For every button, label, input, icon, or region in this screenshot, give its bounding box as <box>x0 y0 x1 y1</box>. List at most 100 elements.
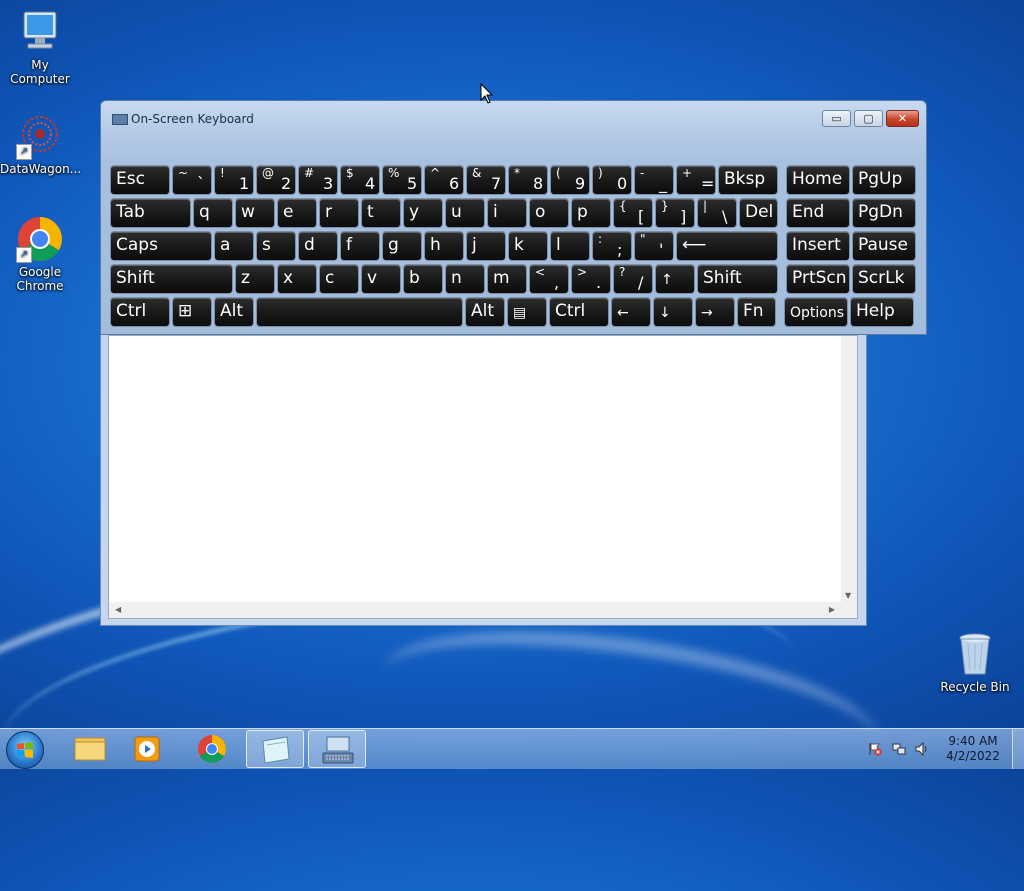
key-bksp[interactable]: Bksp <box>718 165 778 195</box>
desktop-icon-my-computer[interactable]: My Computer <box>0 8 80 86</box>
key-tab[interactable]: Tab <box>110 198 191 228</box>
taskbar-on-screen-keyboard[interactable] <box>308 730 366 768</box>
key-8[interactable]: * 8 <box>508 165 548 195</box>
key-;[interactable]: :; <box>592 231 632 261</box>
key-w[interactable]: w <box>235 198 275 228</box>
key-/[interactable]: ? / <box>613 264 653 294</box>
key-ctrl[interactable]: Ctrl <box>549 297 609 327</box>
key-a[interactable]: a <box>214 231 254 261</box>
key-l[interactable]: l <box>550 231 590 261</box>
key-v[interactable]: v <box>361 264 401 294</box>
horizontal-scrollbar[interactable]: ◀ ▶ <box>109 602 841 618</box>
key-t[interactable]: t <box>361 198 401 228</box>
key-h[interactable]: h <box>424 231 464 261</box>
key-q[interactable]: q <box>193 198 233 228</box>
key-x[interactable]: x <box>277 264 317 294</box>
key-end[interactable]: End <box>786 198 850 228</box>
key-e[interactable]: e <box>277 198 317 228</box>
key-▤[interactable]: ▤ <box>507 297 547 327</box>
key-shift[interactable]: Shift <box>697 264 778 294</box>
key-⟵[interactable]: ⟵ <box>676 231 778 261</box>
key-1[interactable]: ! 1 <box>214 165 254 195</box>
show-desktop-button[interactable] <box>1012 729 1024 769</box>
key-m[interactable]: m <box>487 264 527 294</box>
action-center-flag-icon[interactable] <box>868 742 882 756</box>
key-fn[interactable]: Fn <box>737 297 776 327</box>
key-`[interactable]: ~ ` <box>172 165 212 195</box>
key-scrlk[interactable]: ScrLk <box>852 264 916 294</box>
volume-icon[interactable] <box>915 741 929 757</box>
key-b[interactable]: b <box>403 264 443 294</box>
scroll-right-arrow-icon[interactable]: ▶ <box>829 605 835 614</box>
key-space[interactable] <box>256 297 463 327</box>
taskbar-media-player[interactable] <box>118 730 176 768</box>
key-ctrl[interactable]: Ctrl <box>110 297 170 327</box>
key-4[interactable]: $4 <box>340 165 380 195</box>
start-button[interactable] <box>6 731 44 769</box>
taskbar-notepad[interactable] <box>246 730 304 768</box>
key-pgdn[interactable]: PgDn <box>852 198 916 228</box>
desktop-icon-recycle-bin[interactable]: Recycle Bin <box>935 630 1015 694</box>
key-6[interactable]: ^ 6 <box>424 165 464 195</box>
key-u[interactable]: u <box>445 198 485 228</box>
key-r[interactable]: r <box>319 198 359 228</box>
key-2[interactable]: @2 <box>256 165 296 195</box>
key-0[interactable]: ) 0 <box>592 165 632 195</box>
key-i[interactable]: i <box>487 198 527 228</box>
minimize-button[interactable]: ▭ <box>822 110 851 127</box>
key-alt[interactable]: Alt <box>465 297 505 327</box>
key-=[interactable]: + = <box>676 165 716 195</box>
key-n[interactable]: n <box>445 264 485 294</box>
key-pgup[interactable]: PgUp <box>852 165 916 195</box>
key-⊞[interactable]: ⊞ <box>172 297 212 327</box>
text-edit-area[interactable]: ▼ ◀ ▶ <box>108 335 858 619</box>
key-f[interactable]: f <box>340 231 380 261</box>
key-\[interactable]: | \ <box>697 198 737 228</box>
key-z[interactable]: z <box>235 264 275 294</box>
key-d[interactable]: d <box>298 231 338 261</box>
key-j[interactable]: j <box>466 231 506 261</box>
key-options[interactable]: Options <box>784 297 848 327</box>
key-y[interactable]: y <box>403 198 443 228</box>
key-3[interactable]: #3 <box>298 165 338 195</box>
key-][interactable]: }] <box>655 198 695 228</box>
taskbar-chrome[interactable] <box>183 730 241 768</box>
network-icon[interactable] <box>892 742 906 756</box>
key-alt[interactable]: Alt <box>214 297 254 327</box>
maximize-button[interactable]: ▢ <box>854 110 883 127</box>
key-↓[interactable]: ↓ <box>653 297 693 327</box>
key-↑[interactable]: ↑ <box>655 264 695 294</box>
desktop-icon-datawagon[interactable]: ↗ DataWagon... <box>0 112 81 176</box>
key-p[interactable]: p <box>571 198 611 228</box>
key-caps[interactable]: Caps <box>110 231 212 261</box>
key-_[interactable]: - _ <box>634 165 674 195</box>
key-del[interactable]: Del <box>739 198 778 228</box>
resize-grip[interactable] <box>841 602 857 618</box>
key-home[interactable]: Home <box>786 165 850 195</box>
key-o[interactable]: o <box>529 198 569 228</box>
scroll-left-arrow-icon[interactable]: ◀ <box>115 605 121 614</box>
key-k[interactable]: k <box>508 231 548 261</box>
key-9[interactable]: (9 <box>550 165 590 195</box>
close-button[interactable]: ✕ <box>886 110 919 127</box>
key-s[interactable]: s <box>256 231 296 261</box>
key-esc[interactable]: Esc <box>110 165 170 195</box>
key-'[interactable]: " ' <box>634 231 674 261</box>
key-[[interactable]: {[ <box>613 198 653 228</box>
scroll-down-arrow-icon[interactable]: ▼ <box>845 591 851 600</box>
key-→[interactable]: → <box>695 297 735 327</box>
taskbar-clock[interactable]: 9:40 AM 4/2/2022 <box>940 734 1006 764</box>
key-g[interactable]: g <box>382 231 422 261</box>
vertical-scrollbar[interactable]: ▼ <box>841 336 857 602</box>
key-pause[interactable]: Pause <box>852 231 916 261</box>
taskbar-file-explorer[interactable] <box>60 730 118 768</box>
desktop-icon-google-chrome[interactable]: ↗ Google Chrome <box>0 215 80 293</box>
key-shift[interactable]: Shift <box>110 264 233 294</box>
key-c[interactable]: c <box>319 264 359 294</box>
key-5[interactable]: % 5 <box>382 165 422 195</box>
key-,[interactable]: <, <box>529 264 569 294</box>
key-.[interactable]: >. <box>571 264 611 294</box>
key-help[interactable]: Help <box>850 297 914 327</box>
key-←[interactable]: ← <box>611 297 651 327</box>
key-7[interactable]: & 7 <box>466 165 506 195</box>
